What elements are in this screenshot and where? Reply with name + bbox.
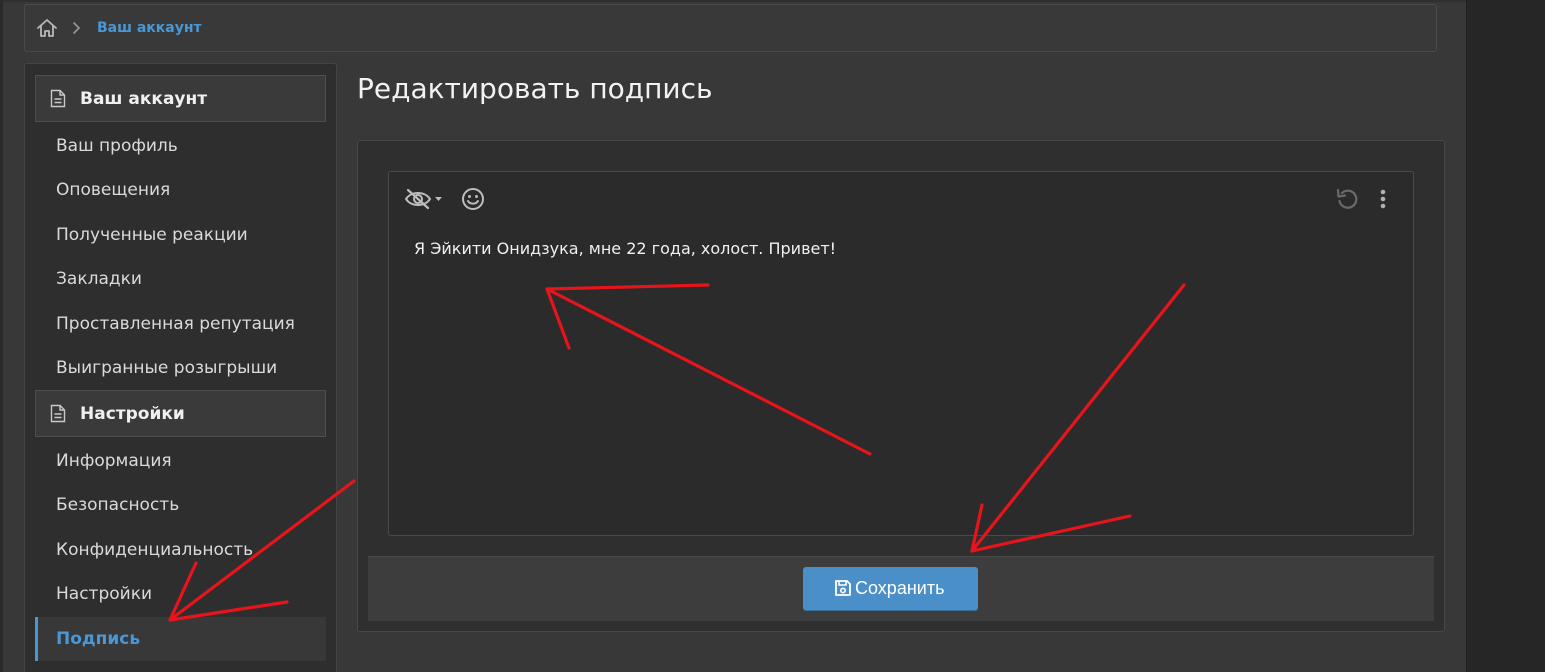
sidebar-header-account: Ваш аккаунт — [35, 75, 326, 122]
save-button[interactable]: Сохранить — [803, 567, 978, 610]
sidebar-item-label: Информация — [56, 451, 172, 471]
sidebar-item-label: Оповещения — [56, 180, 171, 200]
breadcrumb: Ваш аккаунт — [24, 4, 1437, 52]
sidebar-item-bookmarks[interactable]: Закладки — [35, 257, 326, 301]
sidebar-item-profile[interactable]: Ваш профиль — [35, 124, 326, 168]
sidebar-item-reactions[interactable]: Полученные реакции — [35, 213, 326, 257]
sidebar-header-label: Ваш аккаунт — [80, 89, 208, 109]
sidebar-item-preferences[interactable]: Настройки — [35, 572, 326, 616]
home-icon[interactable] — [36, 18, 58, 38]
sidebar-item-label: Закладки — [56, 269, 142, 289]
sidebar-item-label: Подпись — [56, 629, 141, 649]
sidebar-item-label: Проставленная репутация — [56, 314, 295, 334]
sidebar-header-settings: Настройки — [35, 390, 326, 437]
page-title: Редактировать подпись — [357, 72, 713, 105]
sidebar-item-reputation[interactable]: Проставленная репутация — [35, 302, 326, 346]
right-side-strip — [1466, 0, 1545, 672]
smiley-icon[interactable] — [461, 187, 485, 211]
sidebar-item-label: Безопасность — [56, 495, 180, 515]
signature-editor[interactable]: Я Эйкити Онидзука, мне 22 года, холост. … — [388, 171, 1414, 536]
sidebar-item-label: Настройки — [56, 584, 153, 604]
sidebar-item-information[interactable]: Информация — [35, 439, 326, 483]
save-button-label: Сохранить — [855, 578, 945, 598]
sidebar-header-label: Настройки — [80, 404, 185, 424]
sidebar-item-privacy[interactable]: Конфиденциальность — [35, 528, 326, 572]
undo-icon[interactable] — [1335, 187, 1359, 211]
more-vertical-icon[interactable] — [1373, 187, 1393, 211]
signature-text[interactable]: Я Эйкити Онидзука, мне 22 года, холост. … — [414, 239, 836, 258]
left-edge — [0, 0, 3, 672]
top-border — [0, 0, 1466, 2]
sidebar-item-alerts[interactable]: Оповещения — [35, 168, 326, 212]
sidebar-item-signature[interactable]: Подпись — [35, 617, 326, 661]
sidebar-item-label: Полученные реакции — [56, 225, 248, 245]
floppy-disk-icon — [835, 580, 851, 596]
chevron-right-icon — [73, 22, 81, 34]
sidebar-item-label: Ваш профиль — [56, 136, 178, 156]
document-icon — [50, 89, 66, 108]
eye-slash-dropdown-icon[interactable] — [404, 187, 444, 211]
sidebar-item-giveaways[interactable]: Выигранные розыгрыши — [35, 346, 326, 390]
sidebar: Ваш аккаунт Ваш профиль Оповещения Получ… — [24, 63, 337, 672]
breadcrumb-link-account[interactable]: Ваш аккаунт — [97, 20, 202, 36]
sidebar-item-label: Конфиденциальность — [56, 540, 254, 560]
sidebar-item-label: Выигранные розыгрыши — [56, 358, 278, 378]
sidebar-item-security[interactable]: Безопасность — [35, 483, 326, 527]
document-icon — [50, 404, 66, 423]
